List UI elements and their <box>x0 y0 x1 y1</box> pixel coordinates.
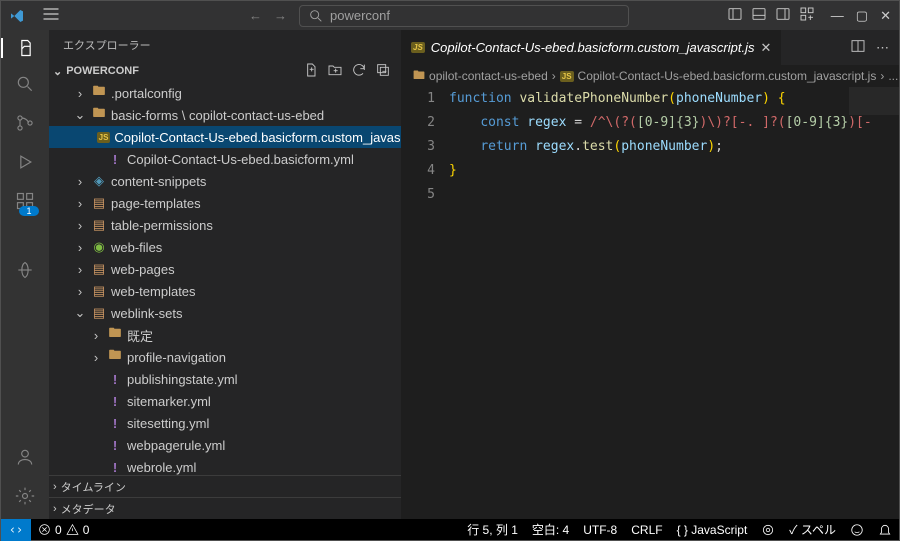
tree-item[interactable]: ›▤table-permissions <box>49 214 401 236</box>
metadata-section[interactable]: ›メタデータ <box>49 497 401 519</box>
search-text: powerconf <box>330 8 390 23</box>
menu-button[interactable] <box>33 4 69 27</box>
folder-icon: 🖿 <box>413 66 425 87</box>
tree-item[interactable]: !Copilot-Contact-Us-ebed.basicform.yml <box>49 148 401 170</box>
tree-item[interactable]: ›▤web-pages <box>49 258 401 280</box>
explorer-sidebar: エクスプローラー ⌄ POWERCONF ›🖿.portalconfig⌄🖿ba… <box>49 30 401 519</box>
tree-item[interactable]: !sitemarker.yml <box>49 390 401 412</box>
editor-tabs: JS Copilot-Contact-Us-ebed.basicform.cus… <box>401 30 899 65</box>
cursor-position[interactable]: 行 5, 列 1 <box>460 521 525 538</box>
explorer-icon[interactable] <box>1 38 49 58</box>
prettier-icon[interactable] <box>754 521 782 538</box>
search-icon <box>308 8 324 24</box>
encoding-button[interactable]: UTF-8 <box>576 521 624 538</box>
tree-item[interactable]: !publishingstate.yml <box>49 368 401 390</box>
language-button[interactable]: { } JavaScript <box>670 521 755 538</box>
vscode-logo-icon <box>1 8 33 24</box>
debug-icon[interactable] <box>15 152 35 175</box>
maximize-icon[interactable]: ▢ <box>856 8 868 24</box>
editor-group: JS Copilot-Contact-Us-ebed.basicform.cus… <box>401 30 899 519</box>
tree-item[interactable]: !sitesetting.yml <box>49 412 401 434</box>
file-tree[interactable]: ›🖿.portalconfig⌄🖿basic-forms \ copilot-c… <box>49 82 401 475</box>
new-file-icon[interactable] <box>303 62 319 81</box>
code-editor[interactable]: 12345 function validatePhoneNumber(phone… <box>401 87 899 519</box>
tree-item[interactable]: JSCopilot-Contact-Us-ebed.basicform.cust… <box>49 126 401 148</box>
editor-tab[interactable]: JS Copilot-Contact-Us-ebed.basicform.cus… <box>401 30 782 65</box>
split-editor-icon[interactable] <box>850 38 866 57</box>
command-center[interactable]: powerconf <box>299 5 629 27</box>
scm-icon[interactable] <box>15 113 35 136</box>
tree-item[interactable]: ⌄▤weblink-sets <box>49 302 401 324</box>
tab-label: Copilot-Contact-Us-ebed.basicform.custom… <box>431 40 755 55</box>
refresh-icon[interactable] <box>351 62 367 81</box>
tree-item[interactable]: !webpagerule.yml <box>49 434 401 456</box>
folder-header[interactable]: ⌄ POWERCONF <box>49 60 401 82</box>
extensions-icon[interactable] <box>15 191 35 214</box>
js-file-icon: JS <box>560 71 574 82</box>
line-numbers: 12345 <box>401 87 449 519</box>
account-icon[interactable] <box>15 447 35 470</box>
indent-button[interactable]: 空白: 4 <box>525 521 576 538</box>
activity-bar <box>1 30 49 519</box>
notifications-icon[interactable] <box>871 521 899 538</box>
nav-forward-icon[interactable]: → <box>274 8 287 23</box>
close-tab-icon[interactable]: ✕ <box>760 40 771 56</box>
layout-right-icon[interactable] <box>775 6 791 25</box>
tree-item[interactable]: ›🖿既定 <box>49 324 401 346</box>
title-bar: ← → powerconf — ▢ ✕ <box>0 0 900 30</box>
spell-button[interactable]: ✓ スペル <box>782 521 843 538</box>
feedback-icon[interactable] <box>843 521 871 538</box>
tree-item[interactable]: ›▤web-templates <box>49 280 401 302</box>
eol-button[interactable]: CRLF <box>624 521 669 538</box>
tree-item[interactable]: ›🖿profile-navigation <box>49 346 401 368</box>
minimap[interactable] <box>849 87 899 115</box>
tree-item[interactable]: ›◉web-files <box>49 236 401 258</box>
problems-button[interactable]: 0 0 <box>31 523 96 537</box>
tree-item[interactable]: ›◈content-snippets <box>49 170 401 192</box>
settings-icon[interactable] <box>15 486 35 509</box>
collapse-all-icon[interactable] <box>375 62 391 81</box>
chevron-down-icon: ⌄ <box>53 65 62 78</box>
minimize-icon[interactable]: — <box>831 8 844 24</box>
timeline-section[interactable]: ›タイムライン <box>49 475 401 497</box>
new-folder-icon[interactable] <box>327 62 343 81</box>
layout-bottom-icon[interactable] <box>751 6 767 25</box>
root-folder-name: POWERCONF <box>66 65 139 77</box>
code-content[interactable]: function validatePhoneNumber(phoneNumber… <box>449 87 899 519</box>
more-actions-icon[interactable]: ⋯ <box>876 40 889 56</box>
status-bar: 0 0 行 5, 列 1 空白: 4 UTF-8 CRLF { } JavaSc… <box>0 519 900 541</box>
tree-item[interactable]: ›🖿.portalconfig <box>49 82 401 104</box>
tree-item[interactable]: ⌄🖿basic-forms \ copilot-contact-us-ebed <box>49 104 401 126</box>
remote-button[interactable] <box>1 519 31 541</box>
tree-item[interactable]: ›▤page-templates <box>49 192 401 214</box>
close-icon[interactable]: ✕ <box>880 8 891 24</box>
search-icon[interactable] <box>15 74 35 97</box>
breadcrumb[interactable]: 🖿 opilot-contact-us-ebed› JS Copilot-Con… <box>401 65 899 87</box>
layout-customize-icon[interactable] <box>799 6 815 25</box>
sidebar-title: エクスプローラー <box>49 30 401 60</box>
power-pages-icon[interactable] <box>15 260 35 283</box>
layout-left-icon[interactable] <box>727 6 743 25</box>
tree-item[interactable]: !webrole.yml <box>49 456 401 475</box>
nav-back-icon[interactable]: ← <box>249 8 262 23</box>
js-file-icon: JS <box>411 42 425 53</box>
